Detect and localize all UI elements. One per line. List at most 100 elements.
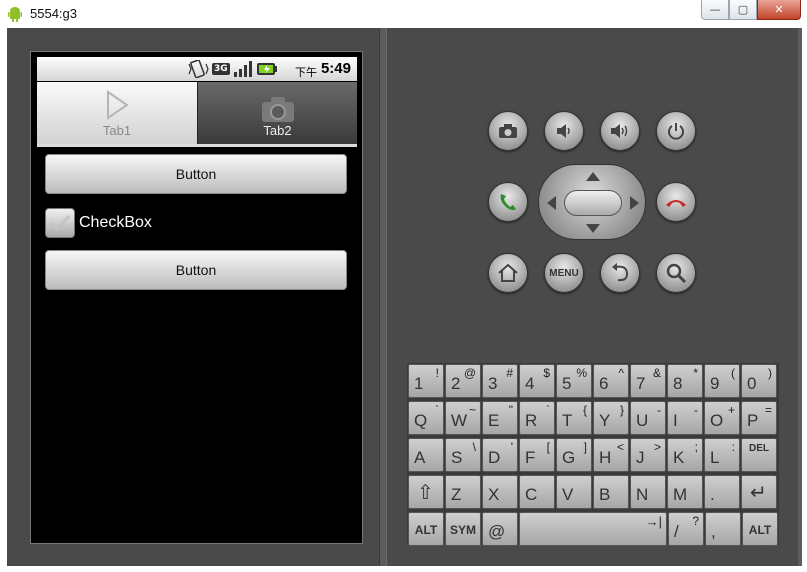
key-n[interactable]: N — [630, 475, 666, 509]
camera-icon — [499, 124, 517, 138]
key-5[interactable]: 5% — [556, 364, 592, 398]
checkbox-label: CheckBox — [79, 214, 152, 231]
button-2[interactable]: Button — [45, 250, 347, 290]
button-1[interactable]: Button — [45, 154, 347, 194]
key-period[interactable]: . — [704, 475, 740, 509]
key-p[interactable]: P = — [741, 401, 777, 435]
volume-down-icon — [557, 124, 570, 138]
key-v[interactable]: V — [556, 475, 592, 509]
network-type-badge: 3G — [212, 63, 230, 75]
camera-icon — [261, 97, 294, 122]
battery-icon — [256, 63, 277, 75]
maximize-button[interactable]: ▢ — [729, 0, 757, 20]
home-icon — [498, 263, 518, 282]
key-w[interactable]: W ~ — [445, 401, 481, 435]
key-2[interactable]: 2 @ — [445, 364, 481, 398]
call-icon — [500, 194, 516, 211]
key-t[interactable]: T{ — [556, 401, 592, 435]
key-m[interactable]: M — [667, 475, 703, 509]
key-r[interactable]: R ` — [519, 401, 555, 435]
key-f[interactable]: F[ — [519, 438, 555, 472]
checkbox-row[interactable]: CheckBox — [45, 208, 152, 238]
key-u[interactable]: U- — [630, 401, 666, 435]
key-8[interactable]: 8 * — [667, 364, 703, 398]
key-4[interactable]: 4 $ — [519, 364, 555, 398]
key-7[interactable]: 7 & — [630, 364, 666, 398]
key-1[interactable]: 1! — [408, 364, 444, 398]
tab-tab1[interactable]: Tab1 — [37, 82, 197, 144]
key-b[interactable]: B — [593, 475, 629, 509]
key-delete[interactable]: DEL — [741, 438, 777, 472]
key-q[interactable]: Q ` — [408, 401, 444, 435]
tab-bar: Tab1 Tab2 — [37, 82, 357, 144]
dpad-right-arrow[interactable] — [630, 196, 639, 210]
status-time: 5:49 — [320, 60, 351, 77]
key-y[interactable]: Y} — [593, 401, 629, 435]
window-controls: — ▢ ✕ — [701, 0, 801, 20]
tab-label: Tab2 — [263, 123, 292, 138]
dpad-up-arrow[interactable] — [586, 172, 600, 181]
back-button[interactable] — [600, 253, 640, 293]
key-space[interactable]: →| — [519, 512, 667, 546]
search-icon — [666, 263, 687, 284]
key-j[interactable]: J > — [630, 438, 666, 472]
key-comma[interactable]: , — [705, 512, 741, 546]
tab-tab2[interactable]: Tab2 — [197, 82, 357, 144]
menu-label: MENU — [549, 267, 579, 279]
call-button[interactable] — [488, 182, 528, 222]
emulator-body: 3G 下午 5:49 Tab1 Tab2 Button CheckBox But… — [7, 28, 802, 566]
key-h[interactable]: H < — [593, 438, 629, 472]
camera-button[interactable] — [488, 111, 528, 151]
panel-divider — [379, 28, 387, 566]
status-ampm: 下午 — [295, 66, 317, 79]
end-call-button[interactable] — [656, 182, 696, 222]
status-bar: 3G 下午 5:49 — [37, 57, 357, 81]
key-i[interactable]: I- — [667, 401, 703, 435]
tab-underline — [37, 144, 357, 147]
play-icon — [107, 90, 129, 120]
key-s[interactable]: S \ — [445, 438, 481, 472]
key-c[interactable]: C — [519, 475, 555, 509]
checkbox[interactable] — [45, 208, 75, 238]
dpad-left-arrow[interactable] — [547, 196, 556, 210]
key-enter[interactable]: ↵ — [741, 475, 777, 509]
key-0[interactable]: 0) — [741, 364, 777, 398]
key-shift[interactable]: ⇧ — [408, 475, 444, 509]
minimize-button[interactable]: — — [701, 0, 729, 20]
key-z[interactable]: Z — [445, 475, 481, 509]
key-alt-right[interactable]: ALT — [742, 512, 778, 546]
volume-down-button[interactable] — [544, 111, 584, 151]
volume-up-icon — [611, 124, 628, 138]
key-9[interactable]: 9( — [704, 364, 740, 398]
checkmark-icon — [49, 214, 71, 232]
dpad[interactable] — [538, 164, 646, 240]
dpad-center-button[interactable] — [564, 190, 622, 216]
signal-icon — [233, 61, 252, 77]
key-alt-left[interactable]: ALT — [408, 512, 444, 546]
key-d[interactable]: D ' — [482, 438, 518, 472]
key-6[interactable]: 6 ^ — [593, 364, 629, 398]
end-call-icon — [666, 200, 686, 207]
key-at[interactable]: @ — [482, 512, 518, 546]
key-x[interactable]: X — [482, 475, 518, 509]
key-a[interactable]: A — [408, 438, 444, 472]
key-o[interactable]: O + — [704, 401, 740, 435]
device-screen[interactable]: 3G 下午 5:49 Tab1 Tab2 Button CheckBox But… — [30, 51, 363, 544]
menu-button[interactable]: MENU — [544, 253, 584, 293]
key-g[interactable]: G] — [556, 438, 592, 472]
tab-label: Tab1 — [102, 123, 132, 138]
window-title: 5554:g3 — [30, 6, 77, 21]
key-k[interactable]: K; — [667, 438, 703, 472]
home-button[interactable] — [488, 253, 528, 293]
key-e[interactable]: E " — [482, 401, 518, 435]
key-3[interactable]: 3 # — [482, 364, 518, 398]
search-button[interactable] — [656, 253, 696, 293]
key-sym[interactable]: SYM — [445, 512, 481, 546]
close-button[interactable]: ✕ — [757, 0, 801, 20]
volume-up-button[interactable] — [600, 111, 640, 151]
key-slash[interactable]: /? — [668, 512, 704, 546]
key-l[interactable]: L: — [704, 438, 740, 472]
dpad-down-arrow[interactable] — [586, 224, 600, 233]
back-icon — [612, 263, 629, 282]
power-button[interactable] — [656, 111, 696, 151]
